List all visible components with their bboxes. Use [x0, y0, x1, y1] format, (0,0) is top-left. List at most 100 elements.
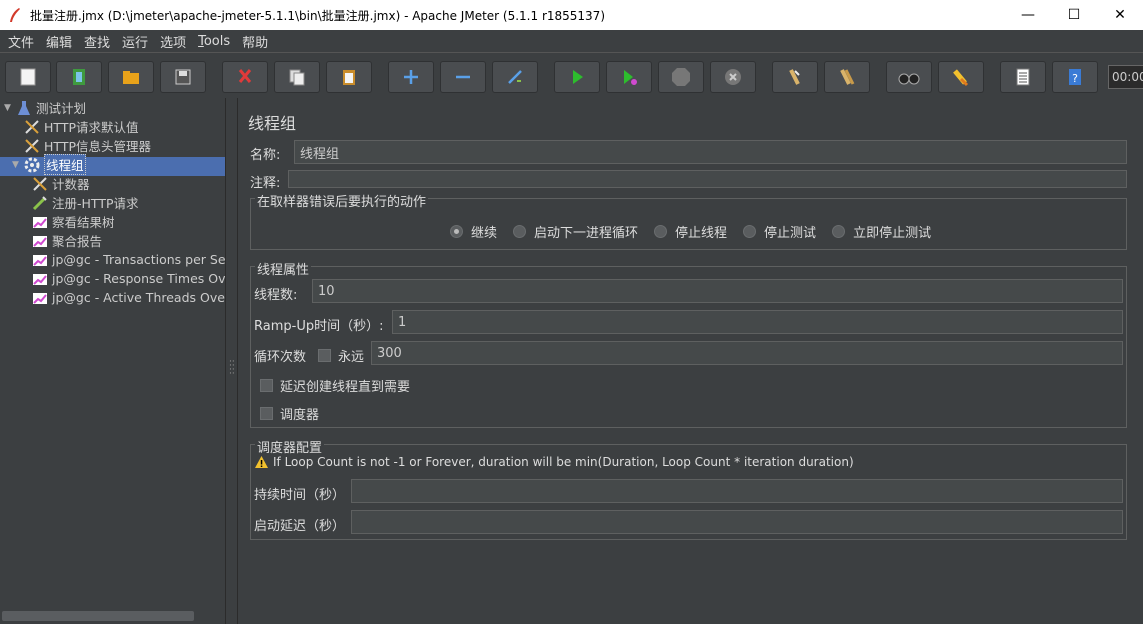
clear-all-button[interactable]	[824, 61, 870, 93]
menu-edit[interactable]: 编辑	[40, 32, 78, 51]
radio-start-next-loop[interactable]: 启动下一进程循环	[513, 222, 638, 241]
comment-label: 注释:	[250, 176, 281, 191]
help-button[interactable]: ?	[1052, 61, 1098, 93]
menu-options[interactable]: 选项	[154, 32, 192, 51]
radio-stop-test[interactable]: 停止测试	[743, 222, 816, 241]
tree-label: 察看结果树	[52, 215, 115, 230]
tree-item-header-manager[interactable]: HTTP信息头管理器	[24, 136, 151, 155]
minimize-button[interactable]: —	[1005, 0, 1051, 30]
name-label: 名称:	[250, 148, 281, 163]
tree-label: jp@gc - Response Times Over Time	[52, 271, 226, 286]
tree-item-test-plan[interactable]: ▼ 测试计划	[4, 98, 86, 117]
open-button[interactable]	[108, 61, 154, 93]
listener-chart-icon	[32, 252, 48, 268]
close-button[interactable]: ✕	[1097, 0, 1143, 30]
radio-dot[interactable]	[513, 225, 527, 238]
tree-label: jp@gc - Active Threads Over Time	[52, 290, 225, 305]
menu-search[interactable]: 查找	[78, 32, 116, 51]
forever-checkbox[interactable]: 永远	[318, 346, 364, 365]
toggle-wand-icon	[508, 70, 522, 84]
listener-chart-icon	[32, 233, 48, 249]
collapse-arrow-icon[interactable]: ▼	[12, 160, 24, 170]
tree-label: 计数器	[52, 177, 90, 192]
listener-chart-icon	[32, 214, 48, 230]
menu-run[interactable]: 运行	[116, 32, 154, 51]
radio-stop-thread[interactable]: 停止线程	[654, 222, 727, 241]
reset-search-button[interactable]	[938, 61, 984, 93]
menu-file[interactable]: 文件	[2, 32, 40, 51]
duration-field[interactable]	[351, 479, 1123, 503]
thread-group-panel: 线程组 名称: 线程组 注释: 在取样器错误后要执行的动作 继续 启动下一进程循…	[238, 98, 1143, 624]
search-button[interactable]	[886, 61, 932, 93]
tree-item-http-defaults[interactable]: HTTP请求默认值	[24, 117, 139, 136]
tree-label: 聚合报告	[52, 234, 103, 249]
tree-item-results-tree[interactable]: 察看结果树	[32, 212, 115, 231]
radio-stop-test-now[interactable]: 立即停止测试	[832, 222, 931, 241]
warning-text: If Loop Count is not -1 or Forever, dura…	[273, 455, 854, 469]
start-button[interactable]	[554, 61, 600, 93]
start-no-pauses-button[interactable]	[606, 61, 652, 93]
menu-help[interactable]: 帮助	[236, 32, 274, 51]
clear-button[interactable]	[772, 61, 818, 93]
checkbox-label: 延迟创建线程直到需要	[280, 380, 411, 395]
menu-bar: 文件 编辑 查找 运行 选项 Tools 帮助	[0, 30, 1143, 52]
radio-dot[interactable]	[654, 225, 668, 238]
radio-dot[interactable]	[450, 225, 463, 238]
comment-field[interactable]	[288, 170, 1127, 188]
tree-item-http-sampler[interactable]: 注册-HTTP请求	[32, 193, 139, 212]
loop-count-label: 循环次数	[254, 350, 307, 365]
checkbox-box[interactable]	[260, 407, 273, 420]
stop-button[interactable]	[658, 61, 704, 93]
collapse-arrow-icon[interactable]: ▼	[4, 103, 16, 113]
radio-continue[interactable]: 继续	[450, 222, 497, 241]
listener-chart-icon	[32, 290, 48, 306]
loop-count-field[interactable]: 300	[371, 341, 1123, 365]
cut-button[interactable]	[222, 61, 268, 93]
splitter-grip-icon: ·· ·· ·· ··	[229, 357, 235, 379]
binoculars-icon	[898, 73, 920, 85]
tree-item-thread-group[interactable]: ▼ 线程组	[12, 154, 86, 175]
radio-dot[interactable]	[743, 225, 757, 238]
save-button[interactable]	[160, 61, 206, 93]
function-helper-button[interactable]	[1000, 61, 1046, 93]
tree-item-response-times[interactable]: jp@gc - Response Times Over Time	[32, 269, 226, 288]
tree-horizontal-scrollbar[interactable]	[2, 611, 194, 621]
toggle-button[interactable]	[492, 61, 538, 93]
tree-item-tps[interactable]: jp@gc - Transactions per Second	[32, 250, 226, 269]
duration-label: 持续时间（秒）	[254, 488, 346, 503]
config-wrench-icon	[24, 138, 40, 154]
collapse-button[interactable]	[440, 61, 486, 93]
startup-delay-field[interactable]	[351, 510, 1123, 534]
threads-field[interactable]: 10	[312, 279, 1123, 303]
delay-thread-creation-checkbox[interactable]: 延迟创建线程直到需要	[260, 376, 410, 395]
rampup-label: Ramp-Up时间（秒）:	[254, 319, 384, 334]
new-button[interactable]	[5, 61, 51, 93]
templates-button[interactable]	[56, 61, 102, 93]
maximize-button[interactable]: ☐	[1051, 0, 1097, 30]
panel-splitter[interactable]: ·· ·· ·· ··	[226, 98, 238, 624]
tree-item-aggregate-report[interactable]: 聚合报告	[32, 231, 102, 250]
save-icon	[175, 69, 191, 85]
error-action-radios: 继续 启动下一进程循环 停止线程 停止测试 立即停止测试	[450, 222, 947, 241]
new-file-icon	[20, 68, 36, 86]
paste-button[interactable]	[326, 61, 372, 93]
radio-dot[interactable]	[832, 225, 846, 238]
scheduler-warning: If Loop Count is not -1 or Forever, dura…	[254, 455, 854, 469]
elapsed-timer: 00:00	[1108, 65, 1143, 89]
rampup-field[interactable]: 1	[392, 310, 1123, 334]
title-bar: 批量注册.jmx (D:\jmeter\apache-jmeter-5.1.1\…	[0, 0, 1143, 30]
tree-label: jp@gc - Transactions per Second	[52, 252, 226, 267]
checkbox-box[interactable]	[260, 379, 273, 392]
name-field[interactable]: 线程组	[294, 140, 1127, 164]
menu-tools[interactable]: Tools	[192, 34, 236, 49]
test-plan-tree: ▼ 测试计划 HTTP请求默认值 HTTP信息头管理器 ▼ 线程组 计数器 注册…	[0, 98, 226, 624]
thread-properties-title: 线程属性	[255, 259, 312, 278]
copy-button[interactable]	[274, 61, 320, 93]
tree-item-counter[interactable]: 计数器	[32, 174, 90, 193]
minus-icon	[456, 75, 470, 79]
scheduler-checkbox[interactable]: 调度器	[260, 404, 319, 423]
checkbox-box[interactable]	[318, 349, 331, 362]
shutdown-button[interactable]	[710, 61, 756, 93]
expand-button[interactable]	[388, 61, 434, 93]
tree-item-active-threads[interactable]: jp@gc - Active Threads Over Time	[32, 288, 225, 307]
